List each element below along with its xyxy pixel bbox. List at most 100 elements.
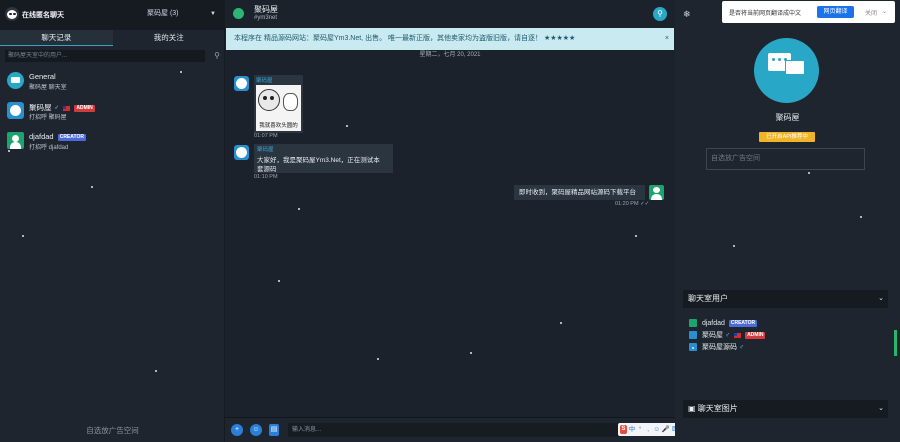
search-icon[interactable]: ⚲ [653, 7, 667, 21]
snow-dot [298, 208, 300, 210]
snow-dot [635, 235, 637, 237]
chat-list-item-general[interactable]: General 聚码屋 聊天室 [0, 70, 225, 96]
translate-prompt: 是否将当前网页翻译成中文 [729, 11, 802, 17]
flag-icon [734, 332, 742, 338]
api-recommend-button[interactable]: 已开启API推荐中 [759, 132, 815, 142]
snow-dot [560, 322, 562, 324]
room-selector-label: 聚码屋 (3) [147, 10, 179, 17]
ad-space[interactable]: 自选放广告空间 [0, 425, 225, 436]
admin-badge: ADMIN [745, 331, 766, 339]
search-icon[interactable]: ⚲ [214, 51, 220, 60]
chevron-down-icon[interactable]: ⌄ [878, 290, 884, 308]
notice-text: 本程序在 精品源码网站：聚码屋Ym3.Net, 出售。 唯一最新正版，其他卖家均… [234, 35, 576, 42]
snowflake-icon[interactable]: ❄ [683, 9, 691, 20]
chat-subtitle: 打招呼 djafdad [29, 145, 69, 151]
scrollbar-thumb[interactable] [894, 330, 897, 356]
section-title: 聊天室用户 [688, 294, 728, 303]
chevron-down-icon[interactable]: ⌄ [878, 400, 884, 418]
snow-dot [377, 358, 379, 360]
user-name: djafdad [701, 320, 725, 327]
emoji-icon[interactable]: ☺ [250, 424, 262, 436]
sogou-ime-icon[interactable]: S [620, 425, 627, 434]
creator-badge: CREATOR [57, 133, 86, 141]
text-message[interactable]: 聚码屋 大家好，我是聚码屋Ym3.Net，正在测试本 套源码 [254, 144, 393, 173]
room-selector[interactable]: 聚码屋 (3) ▼ [147, 7, 220, 21]
close-icon[interactable]: × [665, 28, 669, 50]
ad-space[interactable]: 自选放广告空间 [706, 148, 865, 170]
add-icon[interactable]: + [231, 424, 243, 436]
ime-chinese-mode[interactable]: 中 [629, 425, 636, 434]
tab-following[interactable]: 我的关注 [113, 30, 226, 46]
image-caption: 我就喜欢头圆的 [259, 123, 298, 129]
sender-avatar[interactable] [234, 76, 249, 91]
chat-name: 聚码屋 [29, 103, 52, 112]
ime-emoji-icon[interactable]: ☺ [653, 425, 660, 434]
snow-dot [733, 245, 735, 247]
snow-dot [22, 235, 24, 237]
snow-dot [278, 280, 280, 282]
avatar [7, 102, 24, 119]
snow-dot [470, 352, 472, 354]
sender-name: 聚码屋 [256, 78, 273, 84]
chat-list-item-djafdad[interactable]: djafdad CREATOR 打招呼 djafdad [0, 130, 225, 156]
read-receipt-icon: ✓✓ [640, 201, 650, 207]
message-input[interactable] [288, 423, 618, 437]
avatar [689, 319, 697, 328]
avatar [7, 132, 24, 149]
chat-name: djafdad [29, 132, 54, 141]
chat-bubble-icon [7, 72, 24, 89]
own-message[interactable]: 即时收到，聚码屋精品网站源码下载平台 [514, 185, 645, 200]
app-logo [5, 7, 19, 21]
section-title: 聊天室图片 [697, 404, 738, 413]
own-avatar[interactable] [649, 185, 664, 200]
tab-chat-history[interactable]: 聊天记录 [0, 30, 113, 46]
sender-name: 聚码屋 [257, 147, 274, 153]
chat-name: General [29, 72, 56, 81]
images-section-header[interactable]: ▣ 聊天室图片 ⌄ [683, 400, 888, 418]
snow-dot [180, 71, 182, 73]
image-icon: ▣ [688, 404, 696, 413]
chat-room-icon [754, 38, 819, 103]
snow-dot [346, 125, 348, 127]
flag-icon [63, 105, 71, 111]
ime-degree-icon[interactable]: ° [637, 425, 643, 434]
chat-name-row: djafdad CREATOR [29, 132, 86, 141]
translate-popup: 是否将当前网页翻译成中文 网页翻译 关闭 ⌄ [722, 1, 895, 23]
chat-subtitle: 聚码屋 聊天室 [29, 85, 67, 91]
user-search: ⚲ [5, 50, 220, 62]
chat-list-item-jumawu[interactable]: 聚码屋 ♂ ADMIN 打招呼 聚码屋 [0, 100, 225, 126]
meme-image[interactable]: 我就喜欢头圆的 [256, 85, 301, 131]
chat-subtitle: #ym3net [254, 15, 278, 21]
message-time: 01:20 PM [615, 201, 639, 207]
message-text: 即时收到，聚码屋精品网站源码下载平台 [519, 189, 636, 196]
search-input[interactable] [5, 50, 205, 62]
snow-dot [91, 186, 93, 188]
user-name: 聚码屋源码 [701, 344, 737, 351]
file-icon[interactable]: ▤ [269, 424, 279, 436]
user-list-item[interactable]: 聚码屋源码 ♂ [689, 342, 744, 353]
message-text-line: 套源码 [257, 166, 277, 173]
message-time: 01:07 PM [254, 133, 278, 139]
chat-header: 聚码屋 #ym3net ⚲ [225, 0, 675, 27]
sender-avatar[interactable] [234, 145, 249, 160]
caret-down-icon: ▼ [210, 11, 216, 17]
chat-panel: 聚码屋 #ym3net ⚲ [225, 0, 675, 442]
date-separator: 星期二，七月 20, 2021 [419, 52, 481, 58]
translate-close-button[interactable]: 关闭 [865, 8, 877, 17]
user-list-item[interactable]: djafdad CREATOR [689, 318, 758, 329]
chevron-down-icon[interactable]: ⌄ [882, 8, 887, 15]
translate-button[interactable]: 网页翻译 [817, 6, 854, 18]
admin-badge: ADMIN [74, 104, 95, 112]
ime-punctuation-icon[interactable]: , [645, 425, 651, 434]
male-icon: ♂ [724, 332, 731, 339]
users-section-header[interactable]: 聊天室用户 ⌄ [683, 290, 888, 308]
male-icon: ♂ [53, 103, 60, 112]
ime-mic-icon[interactable]: 🎤 [662, 425, 670, 434]
left-sidebar: 在线匿名聊天 聚码屋 (3) ▼ 聊天记录 我的关注 ⚲ General 聚码屋… [0, 0, 225, 442]
user-list-item[interactable]: 聚码屋 ♂ ADMIN [689, 330, 766, 341]
snow-dot [8, 150, 10, 152]
message-time-row: 01:20 PM ✓✓ [615, 201, 649, 207]
snow-dot [155, 370, 157, 372]
room-name: 聚码屋 [775, 113, 800, 122]
image-message[interactable]: 聚码屋 我就喜欢头圆的 [254, 75, 303, 133]
